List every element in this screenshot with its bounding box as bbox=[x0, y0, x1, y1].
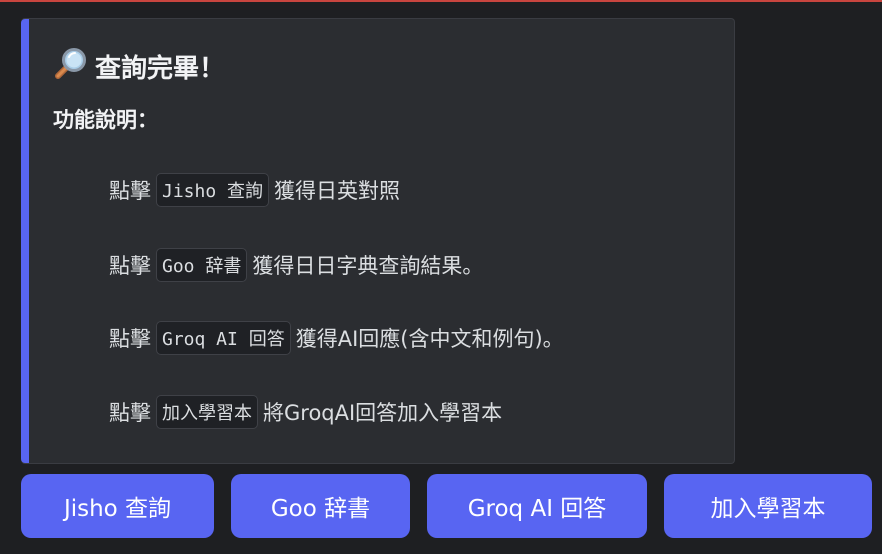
instruction-prefix: 點擊 bbox=[109, 327, 151, 351]
instruction-text: 獲得AI回應(含中文和例句)。 bbox=[295, 327, 564, 351]
instruction-line-goo: 點擊 Goo 辞書 獲得日日字典查詢結果。 bbox=[109, 248, 483, 282]
inline-code-goo: Goo 辞書 bbox=[156, 248, 248, 282]
instruction-prefix: 點擊 bbox=[109, 179, 151, 203]
inline-code-groq: Groq AI 回答 bbox=[156, 321, 291, 355]
top-border bbox=[0, 0, 882, 2]
embed-title-text: 查詢完畢！ bbox=[95, 54, 226, 84]
embed-title: 查詢完畢！ bbox=[53, 45, 225, 88]
add-to-study-book-button[interactable]: 加入學習本 bbox=[664, 474, 872, 538]
instruction-text: 獲得日英對照 bbox=[274, 179, 401, 203]
embed-accent-bar bbox=[21, 19, 29, 463]
inline-code-study: 加入學習本 bbox=[156, 395, 258, 429]
feature-description-heading: 功能說明： bbox=[53, 108, 158, 132]
instruction-text: 將GroqAI回答加入學習本 bbox=[263, 401, 503, 425]
groq-ai-answer-button[interactable]: Groq AI 回答 bbox=[427, 474, 647, 538]
instruction-text: 獲得日日字典查詢結果。 bbox=[252, 254, 484, 278]
jisho-search-button[interactable]: Jisho 查詢 bbox=[21, 474, 214, 538]
result-embed: 查詢完畢！ 功能說明： 點擊 Jisho 查詢 獲得日英對照 點擊 Goo 辞書… bbox=[21, 18, 735, 464]
instruction-line-jisho: 點擊 Jisho 查詢 獲得日英對照 bbox=[109, 173, 400, 207]
instruction-prefix: 點擊 bbox=[109, 401, 151, 425]
instruction-line-study: 點擊 加入學習本 將GroqAI回答加入學習本 bbox=[109, 395, 502, 429]
instruction-line-groq: 點擊 Groq AI 回答 獲得AI回應(含中文和例句)。 bbox=[109, 321, 564, 355]
magnifying-glass-icon bbox=[53, 45, 95, 88]
instruction-prefix: 點擊 bbox=[109, 254, 151, 278]
inline-code-jisho: Jisho 查詢 bbox=[156, 173, 270, 207]
goo-dictionary-button[interactable]: Goo 辞書 bbox=[231, 474, 410, 538]
